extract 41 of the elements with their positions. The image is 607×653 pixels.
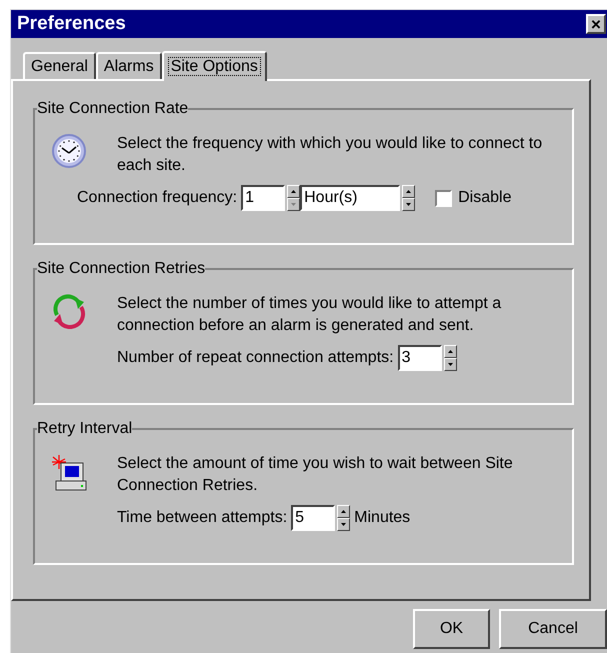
computer-icon [51,453,87,493]
clock-icon [51,133,87,169]
up-arrow-icon [291,190,296,193]
up-arrow-icon [341,510,346,513]
checkbox[interactable] [435,190,452,206]
refresh-icon [51,293,87,329]
close-button[interactable]: × [586,14,606,34]
spin-down-button[interactable] [337,518,350,531]
spin-down-button[interactable] [402,198,416,211]
group-description: Select the frequency with which you would like to connect to each site. [117,134,544,176]
spinner-field[interactable]: 5 [291,505,336,531]
group-description: Select the number of times you would like to attempt a connection before an alarm is generated and sent. [117,294,502,336]
group-title: Site Connection Rate [37,101,188,117]
spin-down-button[interactable] [444,358,457,371]
group-title: Site Connection Retries [37,261,206,277]
field-label: Time between attempts: [117,508,288,528]
field-label: Connection frequency: [77,188,238,208]
tab[interactable]: Site Options [162,51,267,81]
field-label: Number of repeat connection attempts: [117,348,394,368]
spin-up-button[interactable] [287,185,300,198]
spin-up-button[interactable] [402,185,416,198]
cancel-button[interactable]: Cancel [499,609,607,649]
down-arrow-icon [448,363,453,366]
group-description: Select the amount of time you wish to wait between Site Connection Retries. [117,454,514,496]
ok-button[interactable]: OK [413,609,490,649]
spin-up-button[interactable] [337,505,350,518]
down-arrow-icon [291,203,296,206]
group-title: Retry Interval [37,421,132,437]
spinner-field[interactable]: 3 [398,345,442,371]
down-arrow-icon [341,523,346,526]
unit-label: Minutes [354,508,410,528]
tab[interactable]: General [23,52,96,79]
spinner-field[interactable]: 1 [241,185,286,211]
down-arrow-icon [406,203,412,206]
spin-up-button[interactable] [444,345,457,358]
tab[interactable]: Alarms [96,52,162,79]
up-arrow-icon [448,350,453,353]
window-title: Preferences [17,12,126,36]
up-arrow-icon [406,190,412,193]
spinner-field[interactable]: Hour(s) [300,185,400,211]
checkbox-label: Disable [458,188,512,208]
